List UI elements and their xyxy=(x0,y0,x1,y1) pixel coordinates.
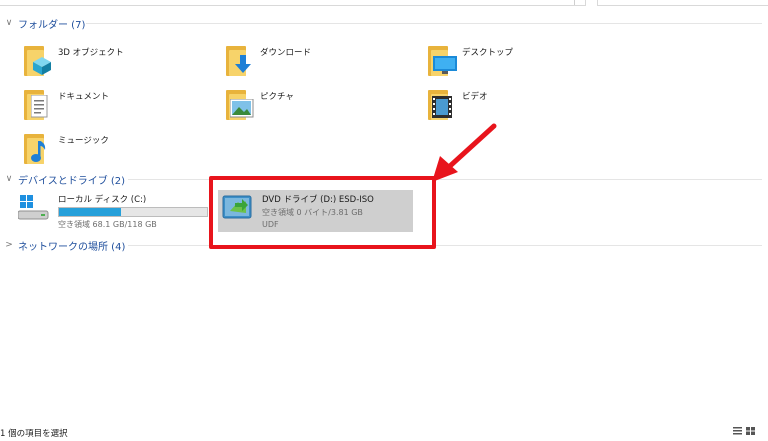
downloads-icon xyxy=(222,42,256,78)
local-disk-icon xyxy=(17,193,50,223)
folder-item-downloads[interactable]: ダウンロード xyxy=(222,42,311,78)
drive-usage-bar xyxy=(58,207,208,217)
folder-item-documents[interactable]: ドキュメント xyxy=(20,86,109,122)
pictures-icon xyxy=(222,86,256,122)
folder-label: ピクチャ xyxy=(260,92,294,102)
desktop-icon xyxy=(424,42,458,78)
details-view-icon[interactable] xyxy=(733,427,742,435)
folder-item-videos[interactable]: ビデオ xyxy=(424,86,488,122)
drive-usage-fill xyxy=(59,208,122,216)
large-icons-view-icon[interactable] xyxy=(746,427,755,435)
chevron-down-icon: ∨ xyxy=(5,18,13,28)
devices-group-label: デバイスとドライブ (2) xyxy=(18,175,126,187)
address-dropdown-separator xyxy=(574,0,575,5)
folder-item-pictures[interactable]: ピクチャ xyxy=(222,86,294,122)
drive-item-local-disk[interactable]: ローカル ディスク (C:) 空き領域 68.1 GB/118 GB xyxy=(17,193,210,233)
annotation-arrow-icon xyxy=(432,123,497,182)
folders-group-header[interactable]: ∨ フォルダー (7) xyxy=(4,16,764,31)
view-toggle-group xyxy=(733,427,755,435)
chevron-down-icon: ∨ xyxy=(5,174,13,184)
search-box[interactable] xyxy=(597,0,768,6)
drive-name: ローカル ディスク (C:) xyxy=(58,195,147,205)
folder-label: ドキュメント xyxy=(58,92,110,102)
folder-label: 3D オブジェクト xyxy=(58,48,124,58)
folder-item-desktop[interactable]: デスクトップ xyxy=(424,42,513,78)
folder-label: ダウンロード xyxy=(260,48,312,58)
folder-label: デスクトップ xyxy=(462,48,514,58)
address-bar[interactable] xyxy=(0,0,586,6)
drive-free-space: 空き領域 68.1 GB/118 GB xyxy=(58,220,157,229)
network-group-label: ネットワークの場所 (4) xyxy=(18,241,126,253)
group-divider xyxy=(86,23,762,24)
folder-item-music[interactable]: ミュージック xyxy=(20,130,109,166)
folders-group-label: フォルダー (7) xyxy=(18,19,86,31)
top-toolbar xyxy=(0,0,768,6)
folder-label: ビデオ xyxy=(462,92,488,102)
status-selection-text: 1 個の項目を選択 xyxy=(0,429,68,439)
chevron-right-icon: > xyxy=(5,240,13,250)
videos-icon xyxy=(424,86,458,122)
3d-objects-icon xyxy=(20,42,54,78)
folder-label: ミュージック xyxy=(58,136,109,146)
documents-icon xyxy=(20,86,54,122)
music-icon xyxy=(20,130,54,166)
annotation-highlight-box xyxy=(209,176,436,249)
folder-item-3d-objects[interactable]: 3D オブジェクト xyxy=(20,42,124,78)
